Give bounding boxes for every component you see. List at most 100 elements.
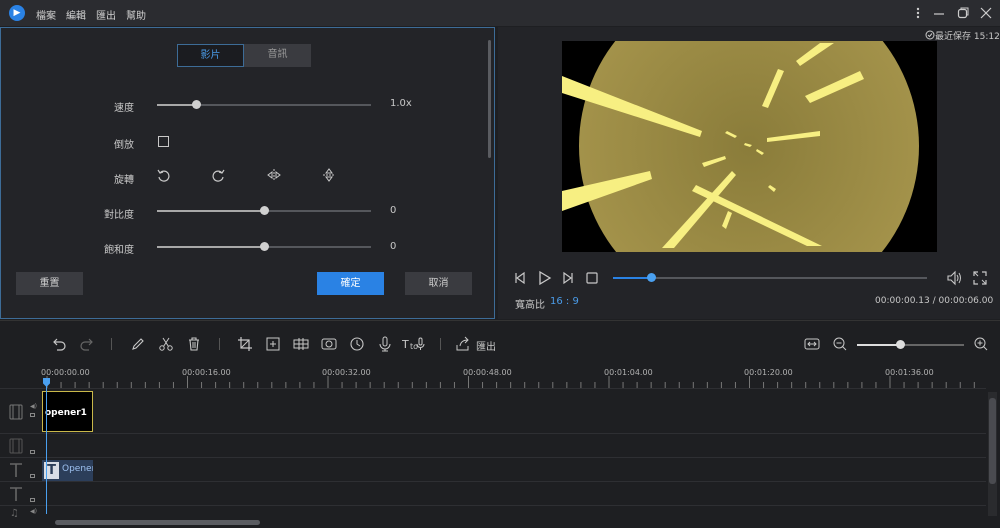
- contrast-value: 0: [390, 205, 397, 216]
- last-saved-status: 最近保存 15:12: [935, 32, 1000, 42]
- aspect-ratio-value[interactable]: 16 : 9: [550, 296, 579, 307]
- export-label[interactable]: 匯出: [476, 338, 496, 353]
- saturation-slider-handle[interactable]: [260, 242, 269, 251]
- zoom-slider-fill: [857, 344, 900, 346]
- text-to-speech-icon[interactable]: Tto: [402, 336, 426, 352]
- toolbar-divider: [111, 338, 112, 350]
- freeze-frame-icon[interactable]: [321, 336, 337, 352]
- pencil-icon[interactable]: [130, 336, 146, 352]
- menu-export[interactable]: 匯出: [96, 7, 116, 22]
- more-icon[interactable]: [910, 6, 926, 20]
- playback-handle[interactable]: [647, 273, 656, 282]
- ruler-tick-label: 00:00:00.00: [41, 368, 90, 377]
- track-lock-icon[interactable]: [30, 498, 35, 502]
- duration-icon[interactable]: [349, 336, 365, 352]
- ruler-tick-label: 00:00:48.00: [463, 368, 512, 377]
- tab-audio[interactable]: 音訊: [244, 44, 311, 67]
- mosaic-icon[interactable]: [293, 336, 309, 352]
- playback-progress: [613, 277, 651, 279]
- video-frame-image: [562, 41, 919, 252]
- delete-icon[interactable]: [186, 336, 202, 352]
- text-clip-label: Opener: [62, 464, 93, 474]
- video-track-icon: [8, 404, 24, 420]
- speed-value: 1.0x: [390, 98, 412, 109]
- stop-icon[interactable]: [586, 272, 598, 284]
- speed-slider-handle[interactable]: [192, 100, 201, 109]
- ruler-tick-label: 00:00:16.00: [182, 368, 231, 377]
- ruler-tick-label: 00:01:36.00: [885, 368, 934, 377]
- menu-edit[interactable]: 編輯: [66, 7, 86, 22]
- reverse-checkbox[interactable]: [158, 136, 169, 147]
- text-track-icon: [8, 462, 24, 478]
- rotate-right-icon[interactable]: [212, 168, 226, 182]
- video-clip-label: opener1: [45, 408, 87, 418]
- text-track-2: [0, 482, 986, 506]
- contrast-slider-handle[interactable]: [260, 206, 269, 215]
- export-icon[interactable]: [455, 336, 471, 352]
- speed-label: 速度: [114, 103, 134, 114]
- menu-help[interactable]: 幫助: [126, 7, 146, 22]
- speed-slider-fill: [157, 104, 196, 106]
- confirm-button[interactable]: 確定: [317, 272, 384, 295]
- saturation-slider-fill: [157, 246, 264, 248]
- reverse-label: 倒放: [114, 140, 134, 151]
- music-track-icon: ♫: [10, 508, 19, 519]
- svg-text:to: to: [410, 342, 418, 351]
- scissors-icon[interactable]: [158, 336, 174, 352]
- track-volume-icon[interactable]: ◀): [30, 508, 37, 515]
- overlay-track: [0, 434, 986, 458]
- reset-button[interactable]: 重置: [16, 272, 83, 295]
- menu-file[interactable]: 檔案: [36, 7, 56, 22]
- svg-text:T: T: [402, 338, 409, 351]
- tab-video[interactable]: 影片: [177, 44, 244, 67]
- volume-icon[interactable]: [946, 270, 962, 286]
- playback-time: 00:00:00.13 / 00:00:06.00: [875, 296, 994, 306]
- timeline-toolbar: [0, 320, 1000, 370]
- aspect-ratio-label: 寬高比: [515, 300, 545, 311]
- resize-icon[interactable]: [265, 336, 281, 352]
- next-frame-icon[interactable]: [561, 271, 575, 285]
- text-clip[interactable]: T Opener: [42, 460, 93, 481]
- overlay-track-icon: [8, 438, 24, 454]
- redo-icon[interactable]: [79, 336, 95, 352]
- close-icon[interactable]: [978, 6, 994, 20]
- saturation-label: 飽和度: [104, 245, 134, 256]
- fit-timeline-icon[interactable]: [804, 336, 820, 352]
- playhead-line: [46, 386, 47, 514]
- track-lock-icon[interactable]: [30, 474, 35, 478]
- ruler-tick-label: 00:00:32.00: [322, 368, 371, 377]
- video-track: [0, 388, 986, 434]
- flip-horizontal-icon[interactable]: [267, 168, 281, 182]
- fullscreen-icon[interactable]: [972, 270, 988, 286]
- text-track-icon: [8, 486, 24, 502]
- track-volume-icon[interactable]: ◀): [30, 403, 37, 410]
- zoom-in-icon[interactable]: [973, 336, 989, 352]
- undo-icon[interactable]: [51, 336, 67, 352]
- rotate-label: 旋轉: [114, 175, 134, 186]
- panel-scrollbar[interactable]: [488, 40, 491, 158]
- contrast-slider-fill: [157, 210, 264, 212]
- minimize-icon[interactable]: [931, 6, 947, 20]
- track-lock-icon[interactable]: [30, 450, 35, 454]
- ruler-tick-label: 00:01:04.00: [604, 368, 653, 377]
- playback-track[interactable]: [613, 277, 927, 279]
- saved-check-icon: [925, 30, 935, 40]
- rotate-left-icon[interactable]: [156, 168, 170, 182]
- restore-icon[interactable]: [955, 6, 971, 20]
- timeline-horizontal-scrollbar-thumb[interactable]: [55, 520, 260, 525]
- play-icon[interactable]: [537, 270, 553, 286]
- toolbar-divider: [440, 338, 441, 350]
- flip-vertical-icon[interactable]: [322, 168, 336, 182]
- track-lock-icon[interactable]: [30, 413, 35, 417]
- toolbar-divider: [219, 338, 220, 350]
- previous-frame-icon[interactable]: [513, 271, 527, 285]
- video-clip[interactable]: opener1: [42, 391, 93, 432]
- microphone-icon[interactable]: [377, 336, 393, 352]
- cancel-button[interactable]: 取消: [405, 272, 472, 295]
- zoom-out-icon[interactable]: [832, 336, 848, 352]
- zoom-slider-handle[interactable]: [896, 340, 905, 349]
- ruler-tick-label: 00:01:20.00: [744, 368, 793, 377]
- crop-icon[interactable]: [237, 336, 253, 352]
- saturation-value: 0: [390, 241, 397, 252]
- timeline-vertical-scrollbar-thumb[interactable]: [989, 398, 996, 484]
